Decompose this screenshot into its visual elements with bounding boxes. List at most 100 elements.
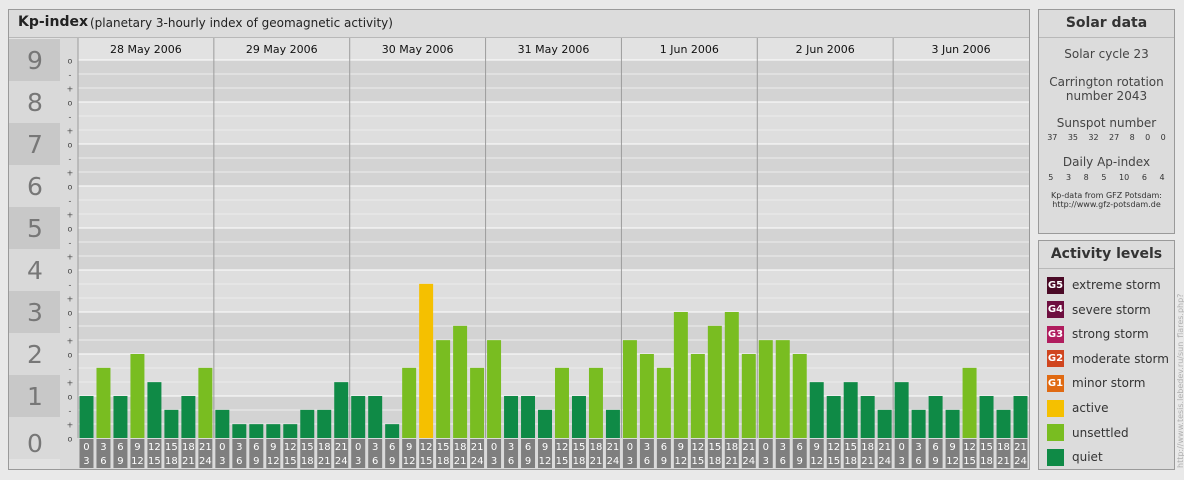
kp-bar — [453, 325, 468, 438]
kp-band — [78, 312, 1029, 354]
interval-start-label: 12 — [827, 442, 840, 453]
y-minor-tick-label: o — [68, 351, 73, 360]
legend-swatch: G2 — [1047, 350, 1064, 368]
kp-bar — [113, 396, 128, 438]
interval-start-label: 21 — [199, 442, 212, 453]
legend-label: minor storm — [1072, 376, 1146, 391]
kp-bar — [673, 312, 688, 438]
interval-end-label: 9 — [525, 456, 531, 467]
interval-start-label: 18 — [590, 442, 603, 453]
sunspot-value: 0 — [1160, 133, 1166, 142]
kp-bar — [1013, 396, 1028, 438]
interval-start-label: 18 — [997, 442, 1010, 453]
interval-end-label: 12 — [946, 456, 959, 467]
interval-end-label: 15 — [284, 456, 297, 467]
data-source-label: Kp-data from GFZ Potsdam: — [1051, 191, 1162, 200]
day-label: 2 Jun 2006 — [796, 43, 855, 56]
interval-end-label: 6 — [780, 456, 786, 467]
interval-end-label: 18 — [573, 456, 586, 467]
kp-bar — [894, 382, 909, 438]
data-source-link[interactable]: http://www.gfz-potsdam.de — [1039, 200, 1174, 209]
kp-band — [78, 228, 1029, 270]
legend-item-strong-storm: G3 strong storm — [1047, 324, 1149, 344]
interval-end-label: 18 — [980, 456, 993, 467]
solar-data-panel: Solar data Solar cycle 23 Carrington rot… — [1038, 9, 1175, 234]
interval-end-label: 6 — [915, 456, 921, 467]
legend-swatch — [1047, 424, 1064, 442]
y-minor-tick-label: o — [68, 393, 73, 402]
day-label: 28 May 2006 — [110, 43, 182, 56]
interval-start-label: 15 — [165, 442, 178, 453]
y-minor-tick-label: o — [68, 267, 73, 276]
interval-start-label: 21 — [607, 442, 620, 453]
interval-end-label: 9 — [932, 456, 938, 467]
y-minor-tick-label: + — [67, 295, 74, 304]
y-minor-tick-label: - — [69, 407, 72, 416]
interval-end-label: 9 — [389, 456, 395, 467]
interval-end-label: 3 — [355, 456, 361, 467]
interval-start-label: 12 — [420, 442, 433, 453]
interval-start-label: 18 — [454, 442, 467, 453]
interval-start-label: 9 — [814, 442, 820, 453]
kp-bar — [232, 424, 247, 438]
y-tick-label: 0 — [27, 429, 43, 458]
legend-item-minor-storm: G1 minor storm — [1047, 373, 1145, 393]
interval-end-label: 24 — [742, 456, 755, 467]
kp-bar — [198, 367, 213, 438]
kp-bar — [826, 396, 841, 438]
interval-start-label: 0 — [627, 442, 633, 453]
interval-start-label: 15 — [573, 442, 586, 453]
interval-end-label: 18 — [301, 456, 314, 467]
activity-levels-panel: Activity levels G5 extreme storm G4 severe … — [1038, 240, 1175, 470]
y-minor-tick-label: - — [69, 71, 72, 80]
chart-title: Kp-index — [18, 14, 88, 30]
interval-start-label: 9 — [270, 442, 276, 453]
interval-start-label: 12 — [963, 442, 976, 453]
legend-label: active — [1072, 401, 1109, 415]
interval-start-label: 3 — [644, 442, 650, 453]
interval-end-label: 21 — [725, 456, 738, 467]
interval-end-label: 21 — [454, 456, 467, 467]
interval-end-label: 9 — [117, 456, 123, 467]
kp-chart-panel: 0 1 2 3 4 5 6 7 8 9 + - o + - o + - o + - o + - o + - o + - o + - o + - o o 28… — [8, 9, 1030, 470]
legend-swatch — [1047, 448, 1064, 466]
interval-start-label: 9 — [678, 442, 684, 453]
legend-swatch: G4 — [1047, 301, 1064, 319]
y-tick-label: 8 — [27, 88, 43, 117]
y-minor-tick-label: - — [69, 365, 72, 374]
kp-band — [78, 102, 1029, 144]
kp-bar — [521, 396, 536, 438]
interval-start-label: 9 — [134, 442, 140, 453]
interval-end-label: 6 — [372, 456, 378, 467]
kp-bar — [538, 409, 552, 438]
kp-bar — [436, 340, 451, 438]
interval-start-label: 18 — [725, 442, 738, 453]
kp-bar — [962, 367, 977, 438]
kp-bar — [775, 340, 790, 438]
y-tick-label: 2 — [27, 340, 43, 369]
interval-start-label: 3 — [915, 442, 921, 453]
watermark-url: http://www.tesis.lebedev.ru/sun_flares.p… — [1176, 293, 1184, 468]
carrington-rotation-number: number 2043 — [1065, 89, 1148, 103]
interval-end-label: 3 — [219, 456, 225, 467]
legend-item-moderate-storm: G2 moderate storm — [1047, 349, 1169, 369]
interval-start-label: 21 — [742, 442, 755, 453]
interval-start-label: 21 — [878, 442, 891, 453]
interval-start-label: 9 — [542, 442, 548, 453]
interval-end-label: 15 — [420, 456, 433, 467]
interval-start-label: 18 — [861, 442, 874, 453]
kp-bar — [979, 396, 994, 438]
sunspot-value: 32 — [1088, 133, 1099, 142]
interval-start-label: 12 — [691, 442, 704, 453]
interval-end-label: 9 — [661, 456, 667, 467]
legend-label: severe storm — [1072, 302, 1151, 317]
interval-start-label: 3 — [372, 442, 378, 453]
kp-bar — [164, 409, 179, 438]
interval-start-label: 3 — [780, 442, 786, 453]
interval-start-label: 18 — [318, 442, 331, 453]
sunspot-value: 0 — [1145, 133, 1151, 142]
ap-index-value: 5 — [1048, 173, 1054, 182]
interval-end-label: 21 — [861, 456, 874, 467]
interval-start-label: 15 — [437, 442, 450, 453]
sunspot-value: 35 — [1067, 133, 1078, 142]
